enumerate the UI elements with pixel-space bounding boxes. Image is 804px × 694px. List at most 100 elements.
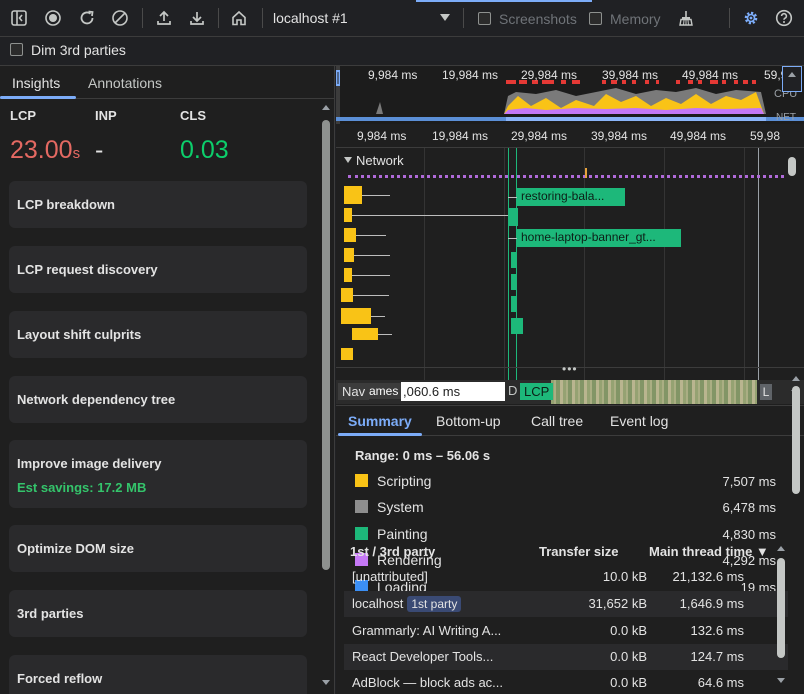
chevron-down-icon[interactable] bbox=[344, 157, 352, 163]
column-header-transfer-size[interactable]: Transfer size bbox=[539, 544, 619, 559]
network-request[interactable] bbox=[344, 228, 356, 242]
insight-card-lcp-request-discovery[interactable]: LCP request discovery bbox=[9, 246, 307, 293]
load-marker[interactable]: L bbox=[760, 384, 772, 400]
insight-title: LCP request discovery bbox=[17, 262, 158, 277]
category-value: 6,478 ms bbox=[722, 500, 776, 515]
scrollbar-thumb[interactable] bbox=[788, 157, 796, 176]
chevron-down-icon[interactable] bbox=[440, 14, 450, 21]
insight-title: Layout shift culprits bbox=[17, 327, 142, 342]
column-header-main-thread-time[interactable]: Main thread time ▼ bbox=[649, 544, 769, 559]
insight-card-lcp-breakdown[interactable]: LCP breakdown bbox=[9, 181, 307, 228]
network-request-whisker bbox=[362, 195, 390, 196]
memory-label: Memory bbox=[610, 11, 661, 27]
scroll-up-icon[interactable] bbox=[777, 546, 785, 551]
transfer-size: 0.0 kB bbox=[610, 649, 647, 664]
category-label: Scripting bbox=[377, 473, 432, 489]
recording-select[interactable]: localhost #1 bbox=[273, 10, 348, 26]
main-thread-time: 21,132.6 ms bbox=[672, 569, 744, 584]
tab-bottom-up[interactable]: Bottom-up bbox=[436, 413, 501, 429]
tab-summary[interactable]: Summary bbox=[348, 413, 412, 429]
network-request[interactable] bbox=[344, 208, 352, 222]
network-request[interactable] bbox=[511, 252, 517, 268]
scroll-up-icon bbox=[788, 72, 796, 77]
network-request[interactable] bbox=[341, 348, 353, 360]
scroll-up-icon[interactable] bbox=[322, 105, 330, 110]
network-request[interactable] bbox=[344, 186, 362, 204]
upload-icon[interactable] bbox=[153, 7, 175, 29]
timeline-overview[interactable]: 9,984 ms 19,984 ms 29,984 ms 39,984 ms 4… bbox=[336, 66, 804, 124]
network-request-home-laptop-banner[interactable]: home-laptop-banner_gt... bbox=[517, 229, 681, 247]
insight-card-layout-shift-culprits[interactable]: Layout shift culprits bbox=[9, 311, 307, 358]
network-request[interactable] bbox=[344, 268, 352, 282]
dim-3rd-parties-label: Dim 3rd parties bbox=[31, 42, 126, 58]
details-tabs: Summary Bottom-up Call tree Event log bbox=[336, 405, 804, 436]
insights-sidebar: Insights Annotations LCP INP CLS 23.00s … bbox=[0, 66, 335, 694]
insight-card-network-dependency-tree[interactable]: Network dependency tree bbox=[9, 376, 307, 423]
network-request-restoring-balance[interactable]: restoring-bala... bbox=[517, 188, 625, 206]
lcp-value[interactable]: 23.00s bbox=[10, 136, 80, 165]
home-icon[interactable] bbox=[228, 7, 250, 29]
lcp-marker-line bbox=[508, 148, 509, 380]
category-swatch bbox=[355, 527, 368, 540]
tab-insights[interactable]: Insights bbox=[12, 75, 60, 91]
transfer-size: 0.0 kB bbox=[610, 623, 647, 638]
table-row[interactable]: AdBlock — block ads ac... 0.0 kB 64.6 ms bbox=[344, 670, 788, 694]
column-header-party[interactable]: 1st / 3rd party bbox=[350, 544, 435, 559]
scroll-down-icon[interactable] bbox=[322, 680, 330, 685]
network-request[interactable] bbox=[352, 328, 378, 340]
scroll-down-icon[interactable] bbox=[777, 678, 785, 683]
inp-value: - bbox=[95, 136, 104, 164]
insight-card-forced-reflow[interactable]: Forced reflow bbox=[9, 655, 307, 694]
insight-card-optimize-dom-size[interactable]: Optimize DOM size bbox=[9, 525, 307, 572]
table-row[interactable]: Grammarly: AI Writing A... 0.0 kB 132.6 … bbox=[344, 618, 788, 644]
network-request[interactable] bbox=[341, 288, 353, 302]
toolbar-separator bbox=[142, 8, 143, 28]
sidebar-tabs: Insights Annotations bbox=[0, 66, 335, 99]
tab-annotations[interactable]: Annotations bbox=[88, 75, 162, 91]
sidebar-scrollbar[interactable] bbox=[319, 102, 331, 690]
main-toolbar: localhost #1 Screenshots Memory bbox=[0, 0, 804, 37]
reload-record-icon[interactable] bbox=[76, 7, 98, 29]
toggle-sidebar-icon[interactable] bbox=[8, 7, 30, 29]
record-icon[interactable] bbox=[42, 7, 64, 29]
dcl-marker[interactable]: D bbox=[508, 383, 517, 398]
frames-strip bbox=[551, 380, 757, 404]
tab-event-log[interactable]: Event log bbox=[610, 413, 668, 429]
network-track[interactable]: Network restoring-bala... home-laptop-ba… bbox=[336, 148, 804, 380]
grid-line bbox=[424, 148, 425, 380]
navigation-marker[interactable]: Nav bbox=[338, 383, 370, 400]
network-request[interactable] bbox=[511, 296, 516, 312]
help-icon[interactable] bbox=[773, 7, 795, 29]
frames-track[interactable]: ,060.6 ms ames Nav D LCP L bbox=[336, 380, 804, 404]
scrollbar-thumb[interactable] bbox=[777, 558, 785, 658]
scroll-up-icon[interactable] bbox=[792, 376, 800, 381]
tab-call-tree[interactable]: Call tree bbox=[531, 413, 583, 429]
scrollbar-thumb[interactable] bbox=[322, 120, 330, 570]
table-row[interactable]: [unattributed] 10.0 kB 21,132.6 ms bbox=[344, 564, 788, 590]
network-request[interactable] bbox=[511, 274, 516, 290]
memory-checkbox[interactable] bbox=[589, 12, 602, 25]
network-track-label[interactable]: Network bbox=[356, 153, 404, 168]
overview-window-handle[interactable] bbox=[782, 66, 802, 92]
broom-icon[interactable] bbox=[675, 7, 697, 29]
download-icon[interactable] bbox=[186, 7, 208, 29]
table-row[interactable]: localhost 1st party 31,652 kB 1,646.9 ms bbox=[344, 591, 788, 617]
more-dots-icon[interactable]: ••• bbox=[562, 362, 578, 376]
insight-card-3rd-parties[interactable]: 3rd parties bbox=[9, 590, 307, 637]
cls-value[interactable]: 0.03 bbox=[180, 136, 229, 165]
insight-title: Forced reflow bbox=[17, 671, 103, 686]
table-row[interactable]: React Developer Tools... 0.0 kB 124.7 ms bbox=[344, 644, 788, 670]
network-request[interactable] bbox=[511, 318, 523, 334]
scrollbar-thumb[interactable] bbox=[792, 386, 800, 494]
clear-icon[interactable] bbox=[109, 7, 131, 29]
network-request[interactable] bbox=[344, 248, 354, 262]
network-request[interactable] bbox=[508, 208, 518, 226]
network-request[interactable] bbox=[341, 308, 371, 324]
network-request-whisker bbox=[353, 295, 389, 296]
screenshots-checkbox[interactable] bbox=[478, 12, 491, 25]
lcp-marker[interactable]: LCP bbox=[520, 383, 554, 400]
settings-gear-icon[interactable] bbox=[740, 7, 762, 29]
timeline-scrollbar[interactable] bbox=[787, 150, 797, 372]
dim-3rd-parties-checkbox[interactable] bbox=[10, 43, 23, 56]
insight-card-improve-image-delivery[interactable]: Improve image delivery Est savings: 17.2… bbox=[9, 440, 307, 508]
